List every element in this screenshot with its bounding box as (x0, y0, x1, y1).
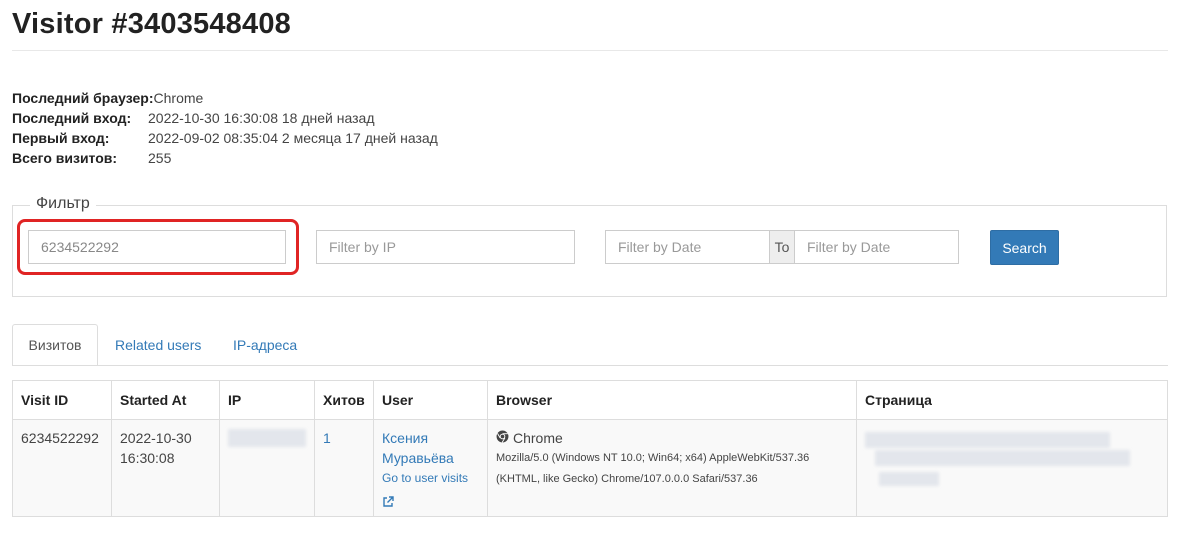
info-row-last-login: Последний вход: 2022-10-30 16:30:08 18 д… (12, 108, 438, 128)
user-agent-line: (KHTML, like Gecko) Chrome/107.0.0.0 Saf… (496, 473, 758, 485)
visitor-info: Последний браузер: Chrome Последний вход… (12, 88, 438, 168)
visits-table: Visit ID Started At IP Хитов User Browse… (12, 380, 1168, 517)
page-cell (856, 419, 1168, 517)
info-key: Первый вход: (12, 130, 110, 146)
info-value: Chrome (153, 90, 204, 106)
ip-filter-input[interactable] (316, 230, 575, 264)
tabs-divider (12, 365, 1168, 366)
date-range-to-label: To (769, 230, 795, 264)
column-header: Хитов (314, 380, 374, 420)
started-date: 2022-10-30 (120, 430, 192, 446)
column-header: Visit ID (12, 380, 112, 420)
hits-cell: 1 (314, 419, 374, 517)
user-visits-link[interactable]: Go to user visits (382, 468, 479, 488)
page-title: Visitor #3403548408 (12, 8, 291, 40)
started-time: 16:30:08 (120, 450, 175, 466)
chrome-icon (496, 428, 509, 448)
started-at-cell: 2022-10-30 16:30:08 (111, 419, 220, 517)
info-key: Последний браузер: (12, 90, 154, 106)
info-value: 2022-09-02 08:35:04 2 месяца 17 дней наз… (148, 130, 438, 146)
filter-legend: Фильтр (30, 195, 96, 213)
browser-name: Chrome (496, 428, 848, 448)
hits-link[interactable]: 1 (323, 430, 331, 446)
user-name-link[interactable]: Ксения Муравьёва (382, 428, 479, 468)
user-agent-line: Mozilla/5.0 (Windows NT 10.0; Win64; x64… (496, 452, 810, 464)
info-key: Последний вход: (12, 110, 132, 126)
info-value: 255 (148, 150, 172, 166)
redacted-url (865, 432, 1110, 448)
external-link-icon[interactable] (382, 493, 394, 507)
redacted-page (865, 428, 1159, 492)
tab-related-users[interactable]: Related users (100, 324, 216, 366)
info-value: 2022-10-30 16:30:08 18 дней назад (148, 110, 375, 126)
user-last-name: Муравьёва (382, 450, 454, 466)
visit-id-cell: 6234522292 (12, 419, 112, 517)
table-row: 6234522292 2022-10-30 16:30:08 1 Ксения … (12, 419, 1168, 517)
title-divider (12, 50, 1168, 51)
redacted-url (875, 450, 1130, 466)
browser-label: Chrome (513, 430, 563, 446)
column-header: IP (219, 380, 315, 420)
user-cell: Ксения Муравьёва Go to user visits (373, 419, 488, 517)
column-header: Browser (487, 380, 857, 420)
redacted-ip (228, 429, 306, 447)
user-first-name: Ксения (382, 430, 429, 446)
redacted-url (879, 472, 939, 486)
column-header: Страница (856, 380, 1168, 420)
browser-cell: Chrome Mozilla/5.0 (Windows NT 10.0; Win… (487, 419, 857, 517)
info-row-last-browser: Последний браузер: Chrome (12, 88, 438, 108)
tab-ip-addresses[interactable]: IP-адреса (218, 324, 312, 366)
highlight-annotation (17, 219, 299, 275)
table-header-row: Visit ID Started At IP Хитов User Browse… (12, 380, 1168, 420)
tab-visits[interactable]: Визитов (12, 324, 98, 366)
date-from-input[interactable] (605, 230, 770, 264)
ip-cell (219, 419, 315, 517)
column-header: Started At (111, 380, 220, 420)
date-to-input[interactable] (794, 230, 959, 264)
column-header: User (373, 380, 488, 420)
info-row-first-login: Первый вход: 2022-09-02 08:35:04 2 месяц… (12, 128, 438, 148)
info-row-total-visits: Всего визитов: 255 (12, 148, 438, 168)
info-key: Всего визитов: (12, 150, 118, 166)
search-button[interactable]: Search (990, 230, 1059, 265)
